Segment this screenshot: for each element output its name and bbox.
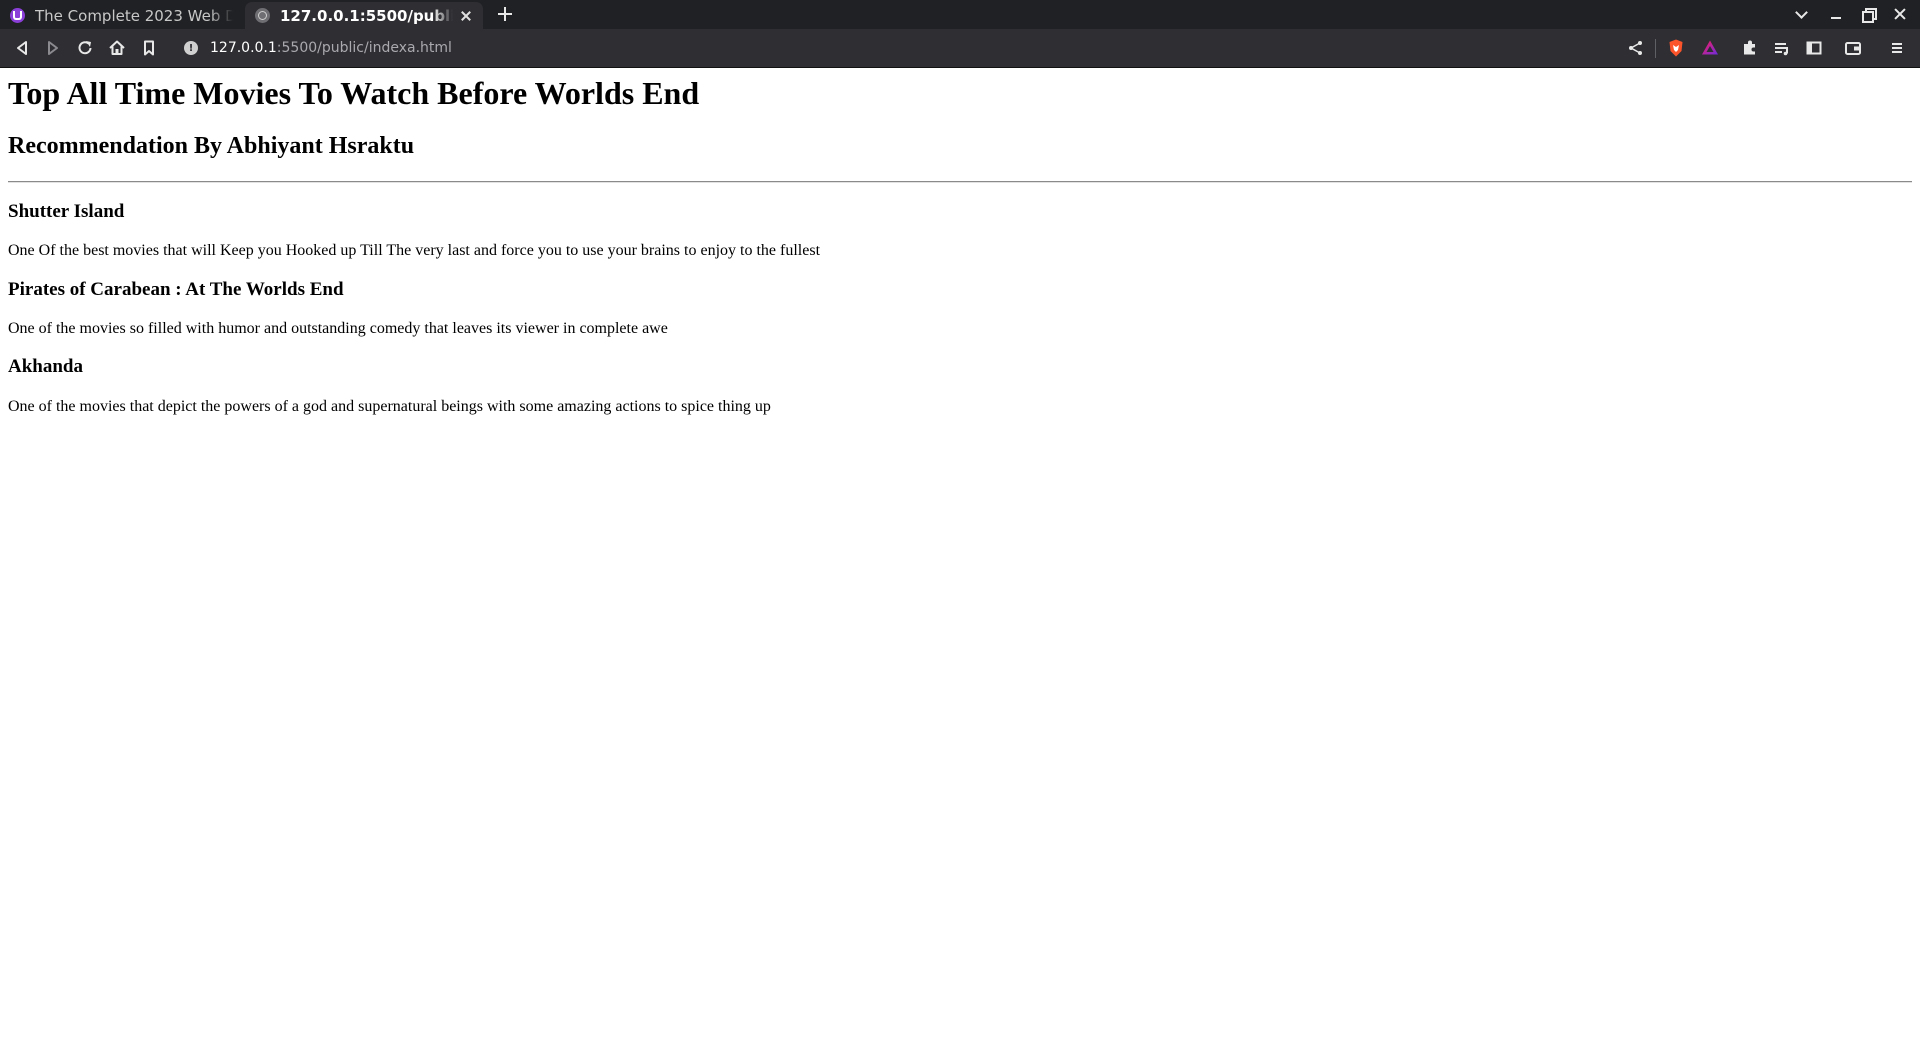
new-tab-icon[interactable] — [496, 5, 514, 23]
page-heading: Top All Time Movies To Watch Before Worl… — [8, 75, 700, 111]
movie-title: Pirates of Carabean : At The Worlds End — [8, 279, 344, 300]
address-bar[interactable]: 127.0.0.1:5500/public/indexa.html — [172, 33, 1642, 63]
url-path: :5500/public/indexa.html — [276, 40, 452, 56]
url-text: 127.0.0.1:5500/public/indexa.html — [210, 40, 452, 56]
reload-icon[interactable] — [75, 38, 95, 58]
tab-title: The Complete 2023 Web Development Bootca… — [35, 6, 233, 25]
page-subheading: Recommendation By Abhiyant Hsraktu — [8, 133, 415, 159]
brave-rewards-icon[interactable] — [1700, 38, 1720, 58]
wallet-icon[interactable] — [1843, 38, 1863, 58]
close-tab-icon[interactable] — [459, 9, 473, 23]
sidebar-icon[interactable] — [1804, 38, 1824, 58]
playlist-icon[interactable] — [1772, 38, 1792, 58]
movie-description: One of the movies that depict the powers… — [8, 398, 771, 415]
home-icon[interactable] — [107, 38, 127, 58]
movie-description: One of the movies so filled with humor a… — [8, 320, 668, 337]
menu-icon[interactable] — [1887, 38, 1907, 58]
globe-icon — [255, 8, 270, 23]
minimize-icon[interactable] — [1828, 6, 1844, 22]
tab-indexa[interactable]: 127.0.0.1:5500/public/indexa.html — [245, 2, 483, 29]
course-icon — [10, 8, 25, 23]
tab-strip: The Complete 2023 Web Development Bootca… — [0, 0, 1920, 29]
divider — [8, 181, 1912, 183]
toolbar-separator — [1655, 39, 1656, 58]
browser-toolbar: 127.0.0.1:5500/public/indexa.html — [0, 29, 1920, 68]
tab-web-dev-bootcamp[interactable]: The Complete 2023 Web Development Bootca… — [0, 2, 243, 29]
site-info-icon[interactable] — [184, 41, 198, 55]
page-content: Top All Time Movies To Watch Before Worl… — [0, 69, 1920, 1053]
tab-search-chevron-icon[interactable] — [1793, 6, 1809, 22]
movie-description: One Of the best movies that will Keep yo… — [8, 242, 821, 259]
movie-title: Shutter Island — [8, 201, 125, 222]
share-icon[interactable] — [1626, 38, 1646, 58]
close-window-icon[interactable] — [1892, 6, 1908, 22]
url-host: 127.0.0.1 — [210, 40, 277, 56]
forward-icon[interactable] — [43, 38, 63, 58]
extensions-icon[interactable] — [1740, 38, 1760, 58]
bookmark-icon[interactable] — [139, 38, 159, 58]
tab-title: 127.0.0.1:5500/public/indexa.html — [280, 6, 453, 25]
movie-title: Akhanda — [8, 356, 83, 377]
back-icon[interactable] — [12, 38, 32, 58]
brave-shields-icon[interactable] — [1666, 38, 1686, 58]
restore-icon[interactable] — [1860, 6, 1877, 23]
